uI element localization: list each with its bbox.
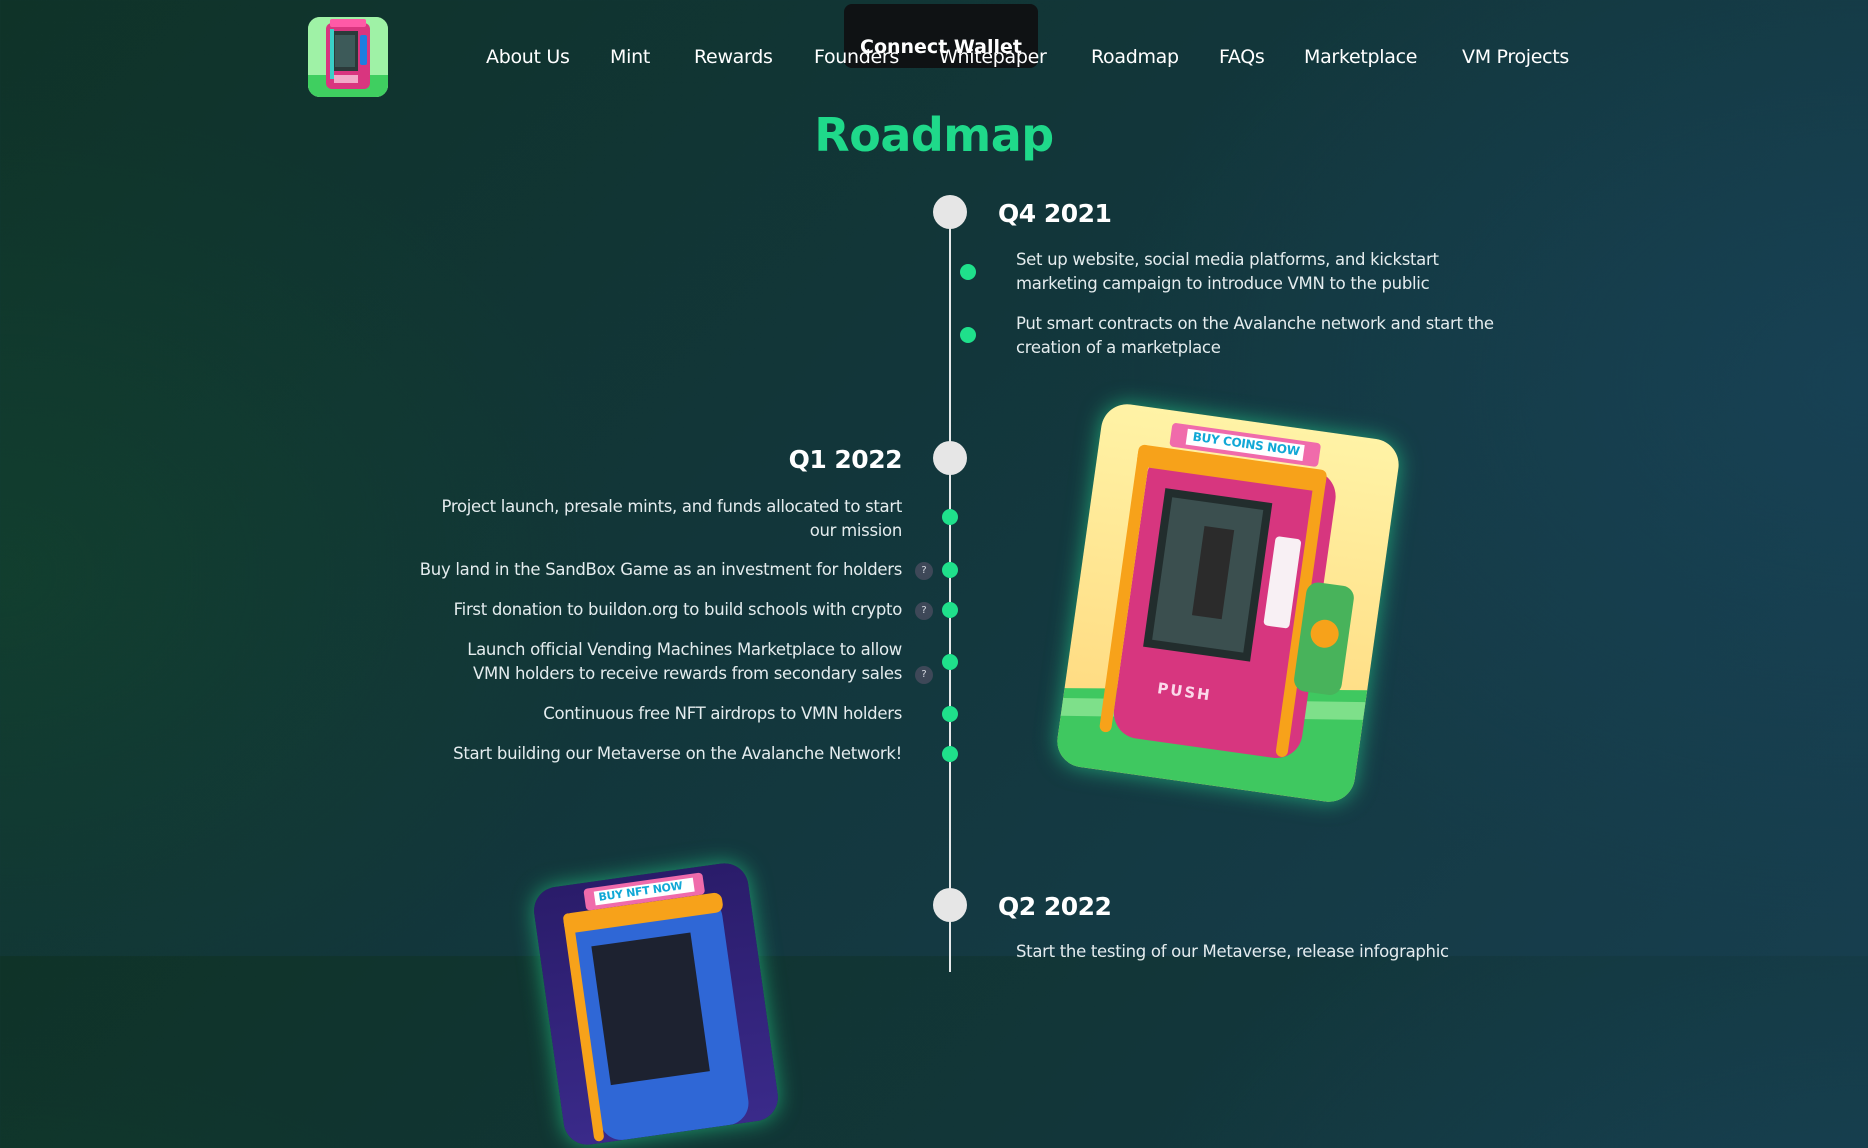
vending-machine-image: BUY COINS NOW PUSH [1053,400,1403,806]
phase-node-q2-2022 [933,888,967,922]
milestone-text: Launch official Vending Machines Marketp… [467,640,902,683]
nav-link-about-us[interactable]: About Us [486,46,570,68]
help-icon[interactable]: ? [915,666,933,684]
nav-link-roadmap[interactable]: Roadmap [1091,46,1179,68]
site-logo[interactable] [308,17,388,97]
phase-node-q1-2022 [933,441,967,475]
vending-machine-image: BUY NFT NOW [530,860,782,1148]
milestone-dot [942,509,958,525]
vending-machine-art-icon [1053,423,1368,806]
milestone-text: Buy land in the SandBox Game as an inves… [419,560,903,579]
nav-link-vm-projects[interactable]: VM Projects [1462,46,1569,68]
phase-title-q1-2022: Q1 2022 [788,445,903,474]
nav-link-whitepaper[interactable]: Whitepaper [939,46,1047,68]
nav-link-faqs[interactable]: FAQs [1219,46,1265,68]
milestone-dot [960,264,976,280]
milestone-text: Put smart contracts on the Avalanche net… [1016,314,1494,357]
phase-node-q4-2021 [933,195,967,229]
milestone-dot [942,706,958,722]
phase-title-q2-2022: Q2 2022 [998,892,1112,921]
milestone-text: Set up website, social media platforms, … [1016,250,1439,293]
vending-machine-logo-icon [308,17,388,97]
milestone-dot [960,327,976,343]
milestone-text: Start the testing of our Metaverse, rele… [1016,942,1449,961]
nav-link-marketplace[interactable]: Marketplace [1304,46,1417,68]
nav-link-rewards[interactable]: Rewards [694,46,773,68]
milestone-dot [942,602,958,618]
page: Connect Wallet About Us Mint Rewards Fou… [0,0,1868,1148]
help-icon[interactable]: ? [915,602,933,620]
milestone-dot [942,562,958,578]
milestone-dot [942,746,958,762]
milestone-text: Project launch, presale mints, and funds… [441,497,903,540]
milestone-dot [942,654,958,670]
timeline-axis [949,212,951,972]
phase-title-q4-2021: Q4 2021 [998,199,1112,228]
milestone-text: Continuous free NFT airdrops to VMN hold… [543,704,902,723]
milestone-text: Start building our Metaverse on the Aval… [453,744,902,763]
nav-link-founders[interactable]: Founders [814,46,899,68]
help-icon[interactable]: ? [915,562,933,580]
roadmap-title: Roadmap [814,108,1054,162]
vending-machine-art-icon [563,872,749,1142]
nav-link-mint[interactable]: Mint [610,46,650,68]
milestone-text: First donation to buildon.org to build s… [453,600,903,619]
